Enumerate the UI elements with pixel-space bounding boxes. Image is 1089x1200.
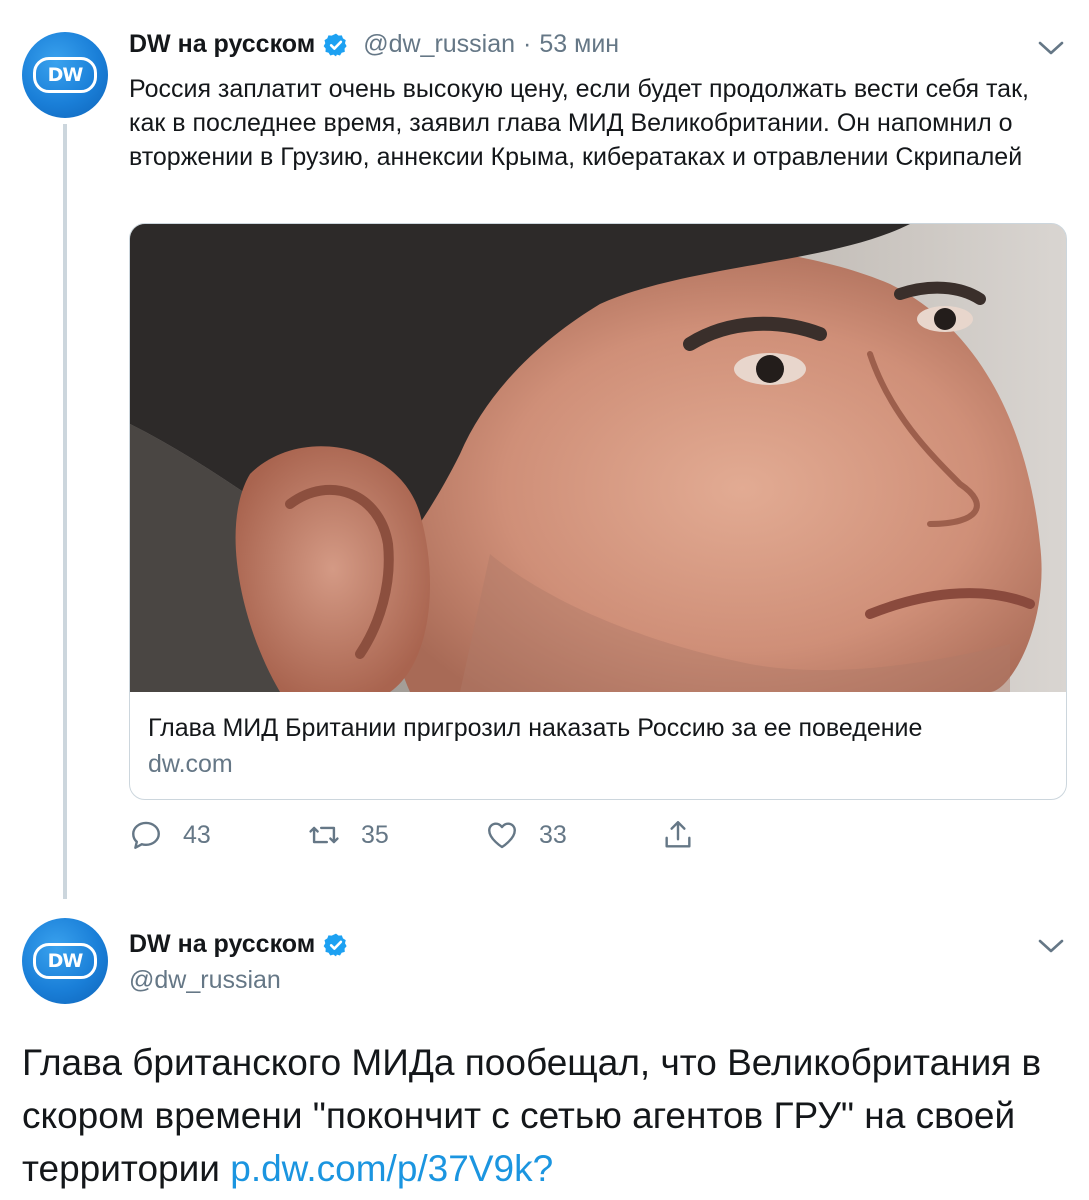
heart-icon [488,822,516,849]
author-handle[interactable]: @dw_russian [129,966,281,995]
tweet-link[interactable]: p.dw.com/p/37V9k? [230,1148,553,1189]
verified-badge-icon [323,933,347,956]
retweet-icon [309,826,339,844]
tweet-text: Глава британского МИДа пообещал, что Вел… [22,1036,1072,1195]
reply-button[interactable]: 43 [129,818,211,852]
dw-logo: DW [33,57,97,93]
share-icon [665,821,691,848]
share-button[interactable] [661,818,695,852]
thread-connector-line [63,124,67,899]
reply-count: 43 [183,820,211,849]
author-handle[interactable]: @dw_russian [363,30,515,59]
portrait-photo [130,224,1066,692]
avatar[interactable]: DW [22,918,108,1004]
dw-logo: DW [33,943,97,979]
verified-badge-icon [323,33,347,56]
card-title: Глава МИД Британии пригрозил наказать Ро… [148,714,923,742]
retweet-button[interactable]: 35 [307,818,389,852]
author-name[interactable]: DW на русском [129,930,315,959]
chevron-down-icon[interactable] [1036,38,1066,58]
avatar[interactable]: DW [22,32,108,118]
link-preview-card[interactable]: Глава МИД Британии пригрозил наказать Ро… [129,223,1067,800]
chevron-down-icon[interactable] [1036,936,1066,956]
like-count: 33 [539,820,567,849]
tweet-text: Россия заплатит очень высокую цену, если… [129,75,1029,171]
card-image [130,224,1066,692]
retweet-count: 35 [361,820,389,849]
tweet-header: DW на русском @dw_russian · 53 мин [129,30,619,59]
card-domain: dw.com [148,750,233,778]
tweet-time[interactable]: 53 мин [539,30,619,59]
dot-separator: · [523,30,532,58]
tweet-header: DW на русском [129,930,349,959]
reply-icon [132,821,160,849]
author-name[interactable]: DW на русском [129,30,315,59]
like-button[interactable]: 33 [485,818,567,852]
